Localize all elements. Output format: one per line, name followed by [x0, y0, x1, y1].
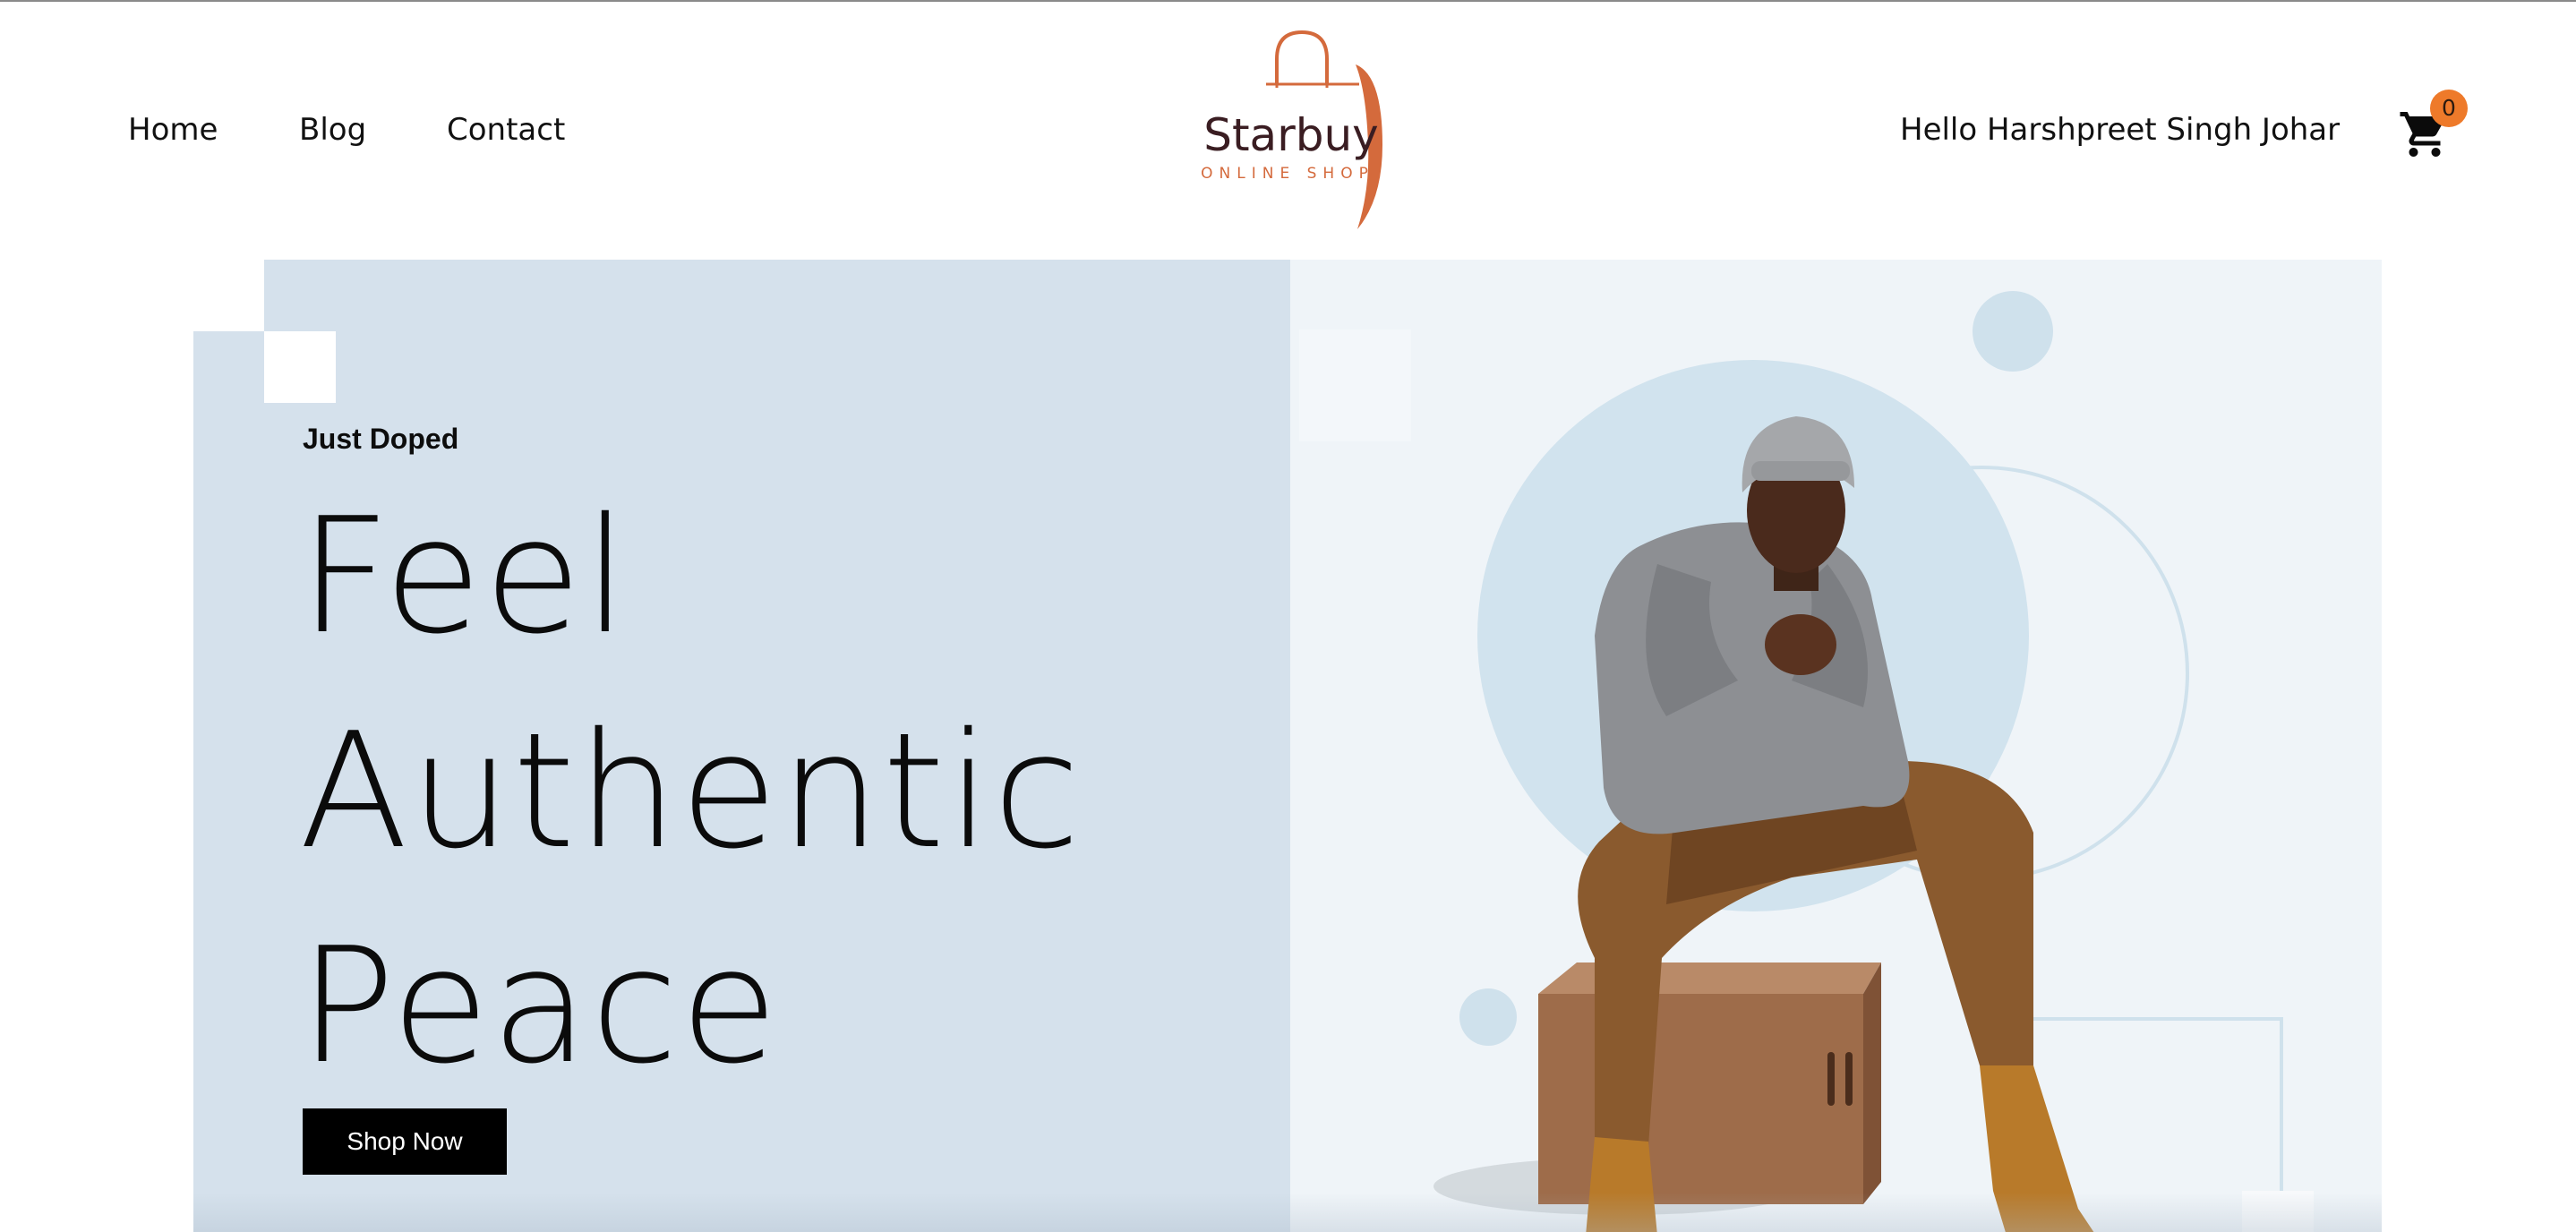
nav-contact-link[interactable]: Contact: [447, 107, 565, 152]
hero-left-panel-extension: [193, 331, 265, 1232]
page: Home Blog Contact Starbuy ONLINE SHOP He…: [0, 0, 2576, 1232]
hero-headline-line-2: Authentic: [299, 698, 1083, 884]
hero-bottom-shadow: [193, 1193, 2382, 1232]
hero-model-image: [1299, 291, 2314, 1232]
logo-name: Starbuy: [1203, 109, 1379, 161]
user-greeting: Hello Harshpreet Singh Johar: [1900, 112, 2341, 148]
hero-image-panel: [1290, 260, 2382, 1232]
hero-eyebrow: Just Doped: [303, 423, 459, 455]
logo-tagline: ONLINE SHOP: [1201, 165, 1374, 183]
nav-blog-link[interactable]: Blog: [299, 107, 366, 152]
cart-button[interactable]: 0: [2391, 90, 2468, 163]
decorative-square: [264, 331, 336, 403]
hero-headline-line-1: Feel: [299, 483, 630, 669]
hero-headline-line-3: Peace: [299, 913, 780, 1099]
shop-now-button[interactable]: Shop Now: [303, 1108, 507, 1175]
site-logo[interactable]: Starbuy ONLINE SHOP: [1180, 29, 1395, 235]
cart-count-badge: 0: [2430, 90, 2468, 127]
nav-home-link[interactable]: Home: [128, 107, 218, 152]
